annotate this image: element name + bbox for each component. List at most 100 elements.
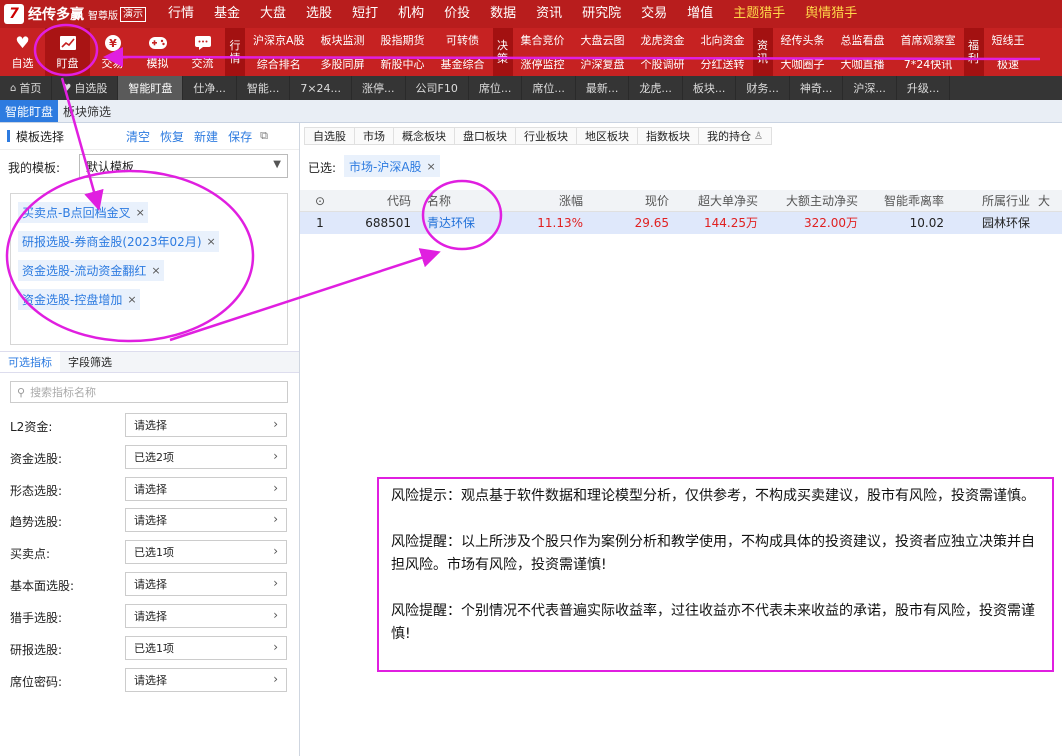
scope-tab[interactable]: 指数板块 bbox=[637, 127, 699, 145]
column-header[interactable]: 现价 bbox=[587, 192, 673, 209]
menu-item-short-trade[interactable]: 短打 bbox=[342, 0, 388, 28]
menu-item-sentiment-hunter[interactable]: 舆情猎手 bbox=[795, 0, 867, 28]
quick-link[interactable]: 极速 bbox=[984, 52, 1033, 76]
tool-chat-button[interactable]: 交流 bbox=[180, 28, 225, 76]
tab-item[interactable]: 最新... bbox=[576, 76, 630, 100]
subtab-sector-filter[interactable]: 板块筛选 bbox=[58, 100, 116, 122]
tab-item[interactable]: 沪深... bbox=[843, 76, 897, 100]
quick-link[interactable]: 总监看盘 bbox=[833, 28, 893, 52]
tab-smart-monitor[interactable]: 智能盯盘 bbox=[118, 76, 184, 100]
tab-item[interactable]: 公司F10 bbox=[406, 76, 469, 100]
close-icon[interactable]: × bbox=[207, 235, 216, 248]
tab-item[interactable]: 财务... bbox=[736, 76, 790, 100]
menu-item-stock-pick[interactable]: 选股 bbox=[296, 0, 342, 28]
close-icon[interactable]: × bbox=[151, 264, 160, 277]
cell-name[interactable]: 青达环保 bbox=[415, 214, 495, 231]
condition-tag[interactable]: 资金选股-控盘增加 × bbox=[18, 289, 140, 310]
menu-item-trade[interactable]: 交易 bbox=[631, 0, 677, 28]
scope-tab[interactable]: 自选股 bbox=[304, 127, 355, 145]
close-icon[interactable]: × bbox=[427, 160, 436, 173]
quick-link[interactable]: 沪深复盘 bbox=[573, 52, 633, 76]
quick-link[interactable]: 首席观察室 bbox=[893, 28, 964, 52]
criteria-select[interactable]: 请选择 › bbox=[125, 604, 287, 628]
criteria-select[interactable]: 请选择 › bbox=[125, 572, 287, 596]
tab-item[interactable]: 龙虎... bbox=[629, 76, 683, 100]
quick-link[interactable]: 龙虎资金 bbox=[633, 28, 693, 52]
tab-item[interactable]: 智能... bbox=[237, 76, 291, 100]
indicator-search-input[interactable]: ⚲ 搜索指标名称 bbox=[10, 381, 288, 403]
criteria-select[interactable]: 已选2项 › bbox=[125, 445, 287, 469]
menu-item-institution[interactable]: 机构 bbox=[388, 0, 434, 28]
quick-link[interactable]: 板块监测 bbox=[313, 28, 373, 52]
column-header[interactable]: 大 bbox=[1034, 192, 1062, 209]
tab-item[interactable]: 仕净... bbox=[183, 76, 237, 100]
column-header[interactable]: 涨幅 bbox=[495, 192, 587, 209]
expand-icon[interactable]: ⧉ bbox=[260, 129, 268, 143]
quick-link[interactable]: 新股中心 bbox=[373, 52, 433, 76]
scope-tab[interactable]: 地区板块 bbox=[576, 127, 638, 145]
quick-link[interactable]: 经传头条 bbox=[773, 28, 833, 52]
scope-tab-holdings[interactable]: 我的持仓 ♙ bbox=[698, 127, 772, 145]
column-header[interactable]: 超大单净买 bbox=[673, 192, 762, 209]
criteria-select[interactable]: 请选择 › bbox=[125, 477, 287, 501]
scope-tab[interactable]: 概念板块 bbox=[393, 127, 455, 145]
tab-item[interactable]: 7×24... bbox=[290, 76, 353, 100]
quick-link[interactable]: 分红送转 bbox=[693, 52, 753, 76]
quick-link[interactable]: 短线王 bbox=[984, 28, 1033, 52]
tool-trade-button[interactable]: ¥ 交易 bbox=[90, 28, 135, 76]
tab-field-filter[interactable]: 字段筛选 bbox=[60, 352, 120, 372]
quick-link[interactable]: 综合排名 bbox=[245, 52, 313, 76]
quick-link[interactable]: 7*24快讯 bbox=[893, 52, 964, 76]
quick-link[interactable]: 大盘云图 bbox=[573, 28, 633, 52]
quick-link[interactable]: 股指期货 bbox=[373, 28, 433, 52]
tool-monitor-button[interactable]: 盯盘 bbox=[45, 28, 90, 76]
tab-item[interactable]: 席位... bbox=[469, 76, 523, 100]
close-icon[interactable]: × bbox=[127, 293, 136, 306]
menu-item-research[interactable]: 研究院 bbox=[572, 0, 631, 28]
save-button[interactable]: 保存 bbox=[228, 128, 252, 145]
condition-tag[interactable]: 研报选股-券商金股(2023年02月) × bbox=[18, 231, 219, 252]
menu-item-theme-hunter[interactable]: 主题猎手 bbox=[723, 0, 795, 28]
tab-item[interactable]: 升级... bbox=[897, 76, 951, 100]
column-header[interactable]: 代码 bbox=[340, 192, 415, 209]
clear-button[interactable]: 清空 bbox=[126, 128, 150, 145]
column-header[interactable]: 所属行业 bbox=[948, 192, 1034, 209]
tab-favorites[interactable]: ♥ 自选股 bbox=[52, 76, 119, 100]
quick-link[interactable]: 集合竞价 bbox=[513, 28, 573, 52]
quick-link[interactable]: 可转债 bbox=[433, 28, 493, 52]
menu-item-data[interactable]: 数据 bbox=[480, 0, 526, 28]
menu-item-addon[interactable]: 增值 bbox=[677, 0, 723, 28]
menu-item-hangqing[interactable]: 行情 bbox=[158, 0, 204, 28]
scope-tab[interactable]: 行业板块 bbox=[515, 127, 577, 145]
column-header-index[interactable]: ⊙ bbox=[300, 194, 340, 208]
quick-link[interactable]: 北向资金 bbox=[693, 28, 753, 52]
condition-tag[interactable]: 买卖点-B点回档金叉 × bbox=[18, 202, 148, 223]
scope-tab[interactable]: 市场 bbox=[354, 127, 394, 145]
subtab-smart-monitor[interactable]: 智能盯盘 bbox=[0, 100, 59, 122]
restore-button[interactable]: 恢复 bbox=[160, 128, 184, 145]
tool-simulate-button[interactable]: 模拟 bbox=[135, 28, 180, 76]
tool-favorites-button[interactable]: ♥ 自选 bbox=[0, 28, 45, 76]
column-header[interactable]: 智能乖离率 bbox=[862, 192, 948, 209]
menu-item-fund[interactable]: 基金 bbox=[204, 0, 250, 28]
quick-link[interactable]: 沪深京A股 bbox=[245, 28, 313, 52]
tab-available-indicators[interactable]: 可选指标 bbox=[0, 352, 60, 372]
close-icon[interactable]: × bbox=[136, 206, 145, 219]
tab-item[interactable]: 席位... bbox=[522, 76, 576, 100]
template-select[interactable]: 默认模板 ▼ bbox=[79, 154, 288, 178]
criteria-select[interactable]: 已选1项 › bbox=[125, 540, 287, 564]
new-button[interactable]: 新建 bbox=[194, 128, 218, 145]
tab-home[interactable]: ⌂ 首页 bbox=[0, 76, 53, 100]
tab-item[interactable]: 板块... bbox=[683, 76, 737, 100]
condition-tag[interactable]: 资金选股-流动资金翻红 × bbox=[18, 260, 164, 281]
quick-link[interactable]: 基金综合 bbox=[433, 52, 493, 76]
menu-item-news[interactable]: 资讯 bbox=[526, 0, 572, 28]
scope-tab[interactable]: 盘口板块 bbox=[454, 127, 516, 145]
quick-link[interactable]: 大咖圈子 bbox=[773, 52, 833, 76]
menu-item-value[interactable]: 价投 bbox=[434, 0, 480, 28]
quick-link[interactable]: 多股同屏 bbox=[313, 52, 373, 76]
column-header[interactable]: 名称 bbox=[415, 192, 495, 209]
selected-market-chip[interactable]: 市场-沪深A股 × bbox=[344, 155, 440, 177]
criteria-select[interactable]: 请选择 › bbox=[125, 508, 287, 532]
tab-item[interactable]: 神奇... bbox=[790, 76, 844, 100]
